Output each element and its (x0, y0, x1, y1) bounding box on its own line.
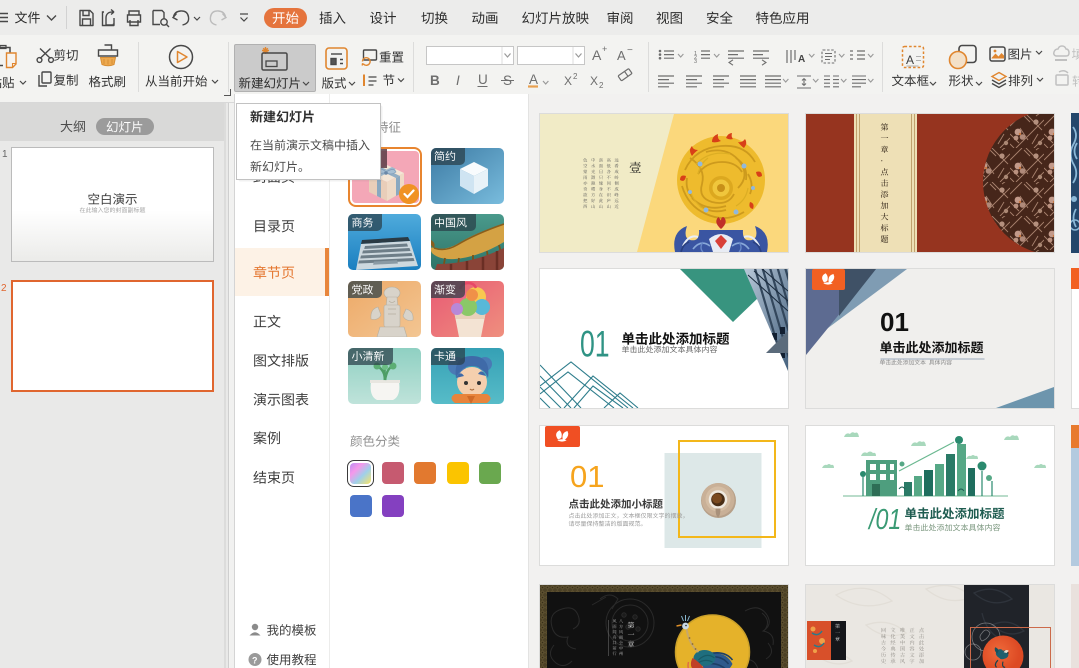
svg-text:01: 01 (570, 459, 604, 494)
svg-text:01: 01 (880, 307, 909, 337)
